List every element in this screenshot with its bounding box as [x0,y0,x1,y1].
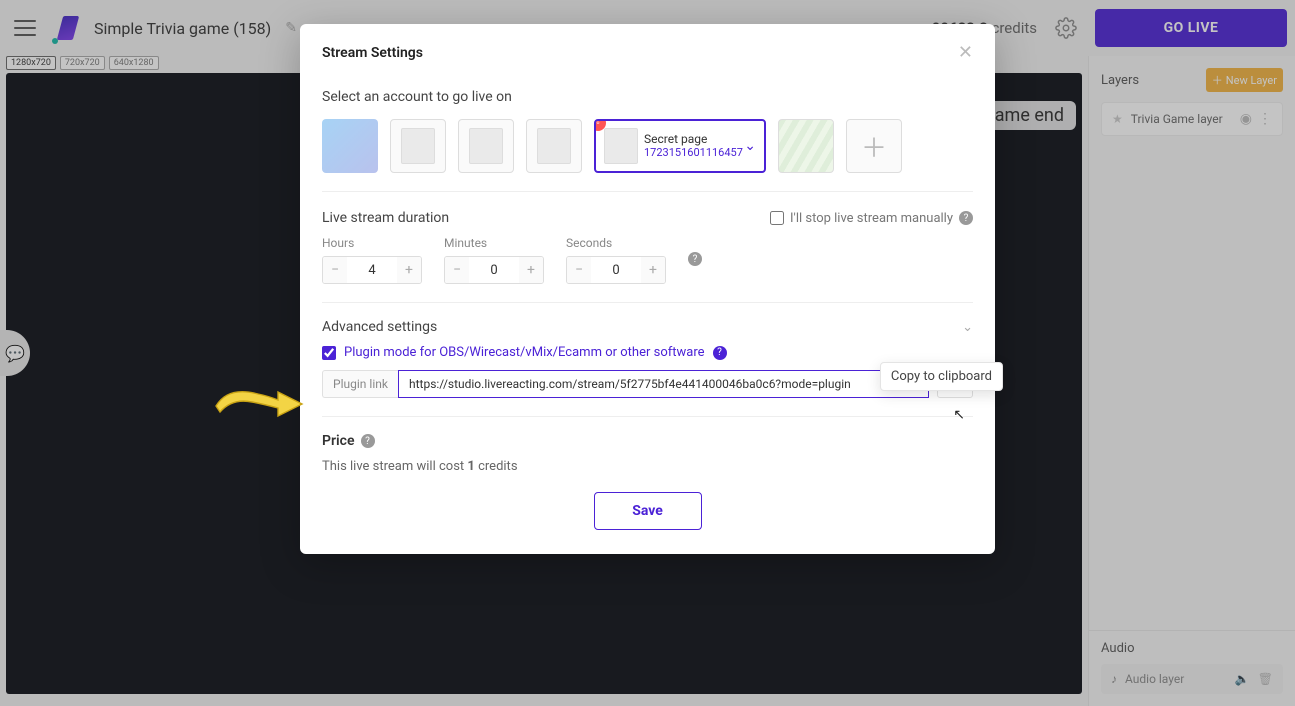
minutes-stepper[interactable]: − + [444,256,544,284]
save-button[interactable]: Save [594,492,702,530]
plugin-mode-row: Plugin mode for OBS/Wirecast/vMix/Ecamm … [322,345,973,360]
chevron-down-icon[interactable]: ⌄ [962,320,973,335]
close-icon[interactable]: ✕ [958,42,973,63]
seconds-label: Seconds [566,236,666,250]
decrement-button[interactable]: − [323,257,347,283]
account-thumb [604,128,638,164]
manual-stop-text: I'll stop live stream manually [790,211,953,226]
modal-overlay: Stream Settings ✕ Select an account to g… [0,0,1295,706]
section-duration-label: Live stream duration [322,210,449,226]
account-selected[interactable]: ◦ Secret page 1723151601116457 ⌄ [594,119,766,173]
increment-button[interactable]: + [641,257,665,283]
chevron-down-icon[interactable]: ⌄ [744,138,756,154]
account-option[interactable] [322,119,378,173]
account-option[interactable] [778,119,834,173]
account-name: Secret page [644,133,744,146]
manual-stop-checkbox[interactable]: I'll stop live stream manually ? [770,211,973,226]
plugin-link-label: Plugin link [322,370,398,398]
copy-tooltip: Copy to clipboard [880,362,1003,391]
advanced-settings-label: Advanced settings [322,319,437,335]
minutes-label: Minutes [444,236,544,250]
price-text: This live stream will cost 1 credits [322,459,973,474]
seconds-input[interactable] [591,257,641,283]
hours-input[interactable] [347,257,397,283]
add-account-button[interactable]: ＋ [846,119,902,173]
modal-title: Stream Settings [322,45,423,61]
account-option[interactable] [390,119,446,173]
help-icon[interactable]: ? [361,434,375,448]
help-icon[interactable]: ? [688,252,702,266]
seconds-stepper[interactable]: − + [566,256,666,284]
increment-button[interactable]: + [519,257,543,283]
account-id: 1723151601116457 [644,146,744,159]
decrement-button[interactable]: − [445,257,469,283]
minutes-input[interactable] [469,257,519,283]
help-icon[interactable]: ? [713,346,727,360]
manual-stop-input[interactable] [770,211,784,225]
hours-label: Hours [322,236,422,250]
plugin-link-row: Plugin link [322,370,973,417]
section-account-label: Select an account to go live on [322,89,973,105]
price-title: Price [322,433,355,449]
hours-stepper[interactable]: − + [322,256,422,284]
plugin-mode-checkbox[interactable] [322,346,336,360]
accounts-row: ◦ Secret page 1723151601116457 ⌄ ＋ [322,119,973,192]
plugin-mode-label: Plugin mode for OBS/Wirecast/vMix/Ecamm … [344,345,705,360]
account-option[interactable] [526,119,582,173]
increment-button[interactable]: + [397,257,421,283]
plugin-link-input[interactable] [398,370,929,398]
help-icon[interactable]: ? [959,211,973,225]
account-option[interactable] [458,119,514,173]
decrement-button[interactable]: − [567,257,591,283]
stream-settings-modal: Stream Settings ✕ Select an account to g… [300,24,995,554]
